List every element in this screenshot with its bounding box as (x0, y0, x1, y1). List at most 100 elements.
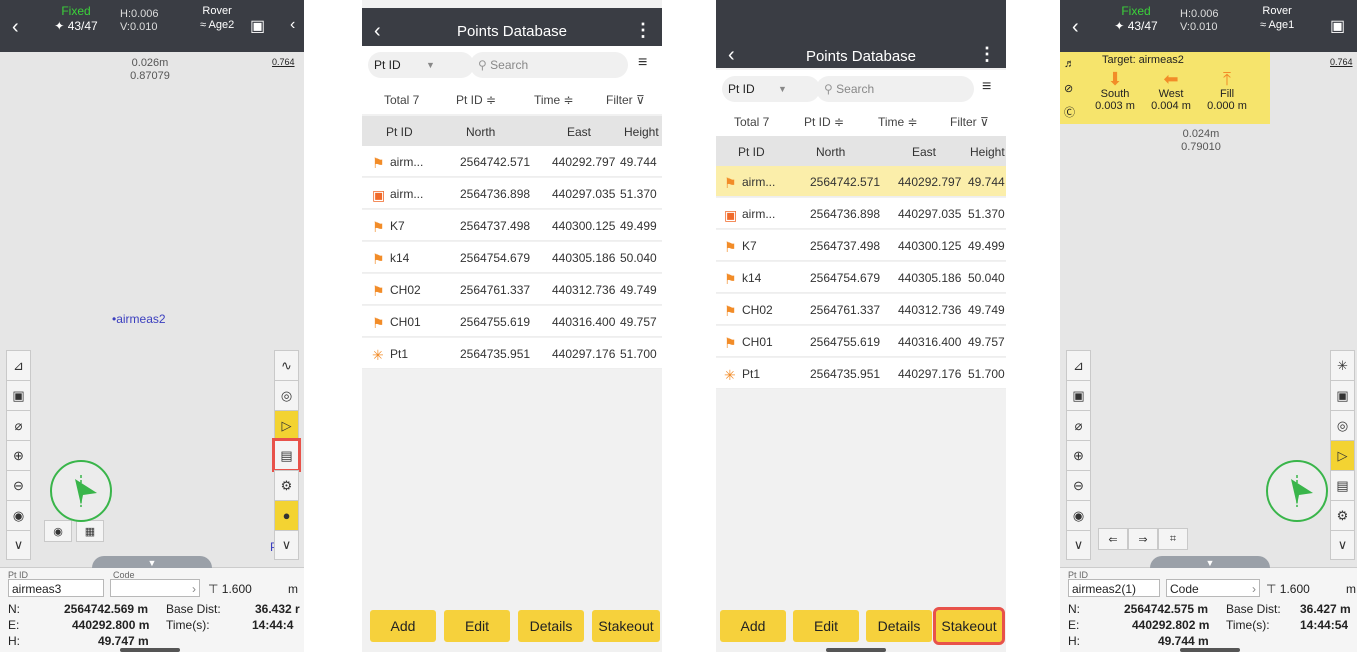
pt-id-input[interactable]: airmeas3 (8, 579, 104, 597)
sort-ptid[interactable]: Pt ID ≑ (804, 115, 844, 129)
back-button[interactable]: ‹ (12, 16, 19, 39)
gnss-status[interactable]: Fixed ✦ 43/47 (40, 4, 112, 33)
collapse-icon[interactable]: ‹ (290, 16, 295, 34)
zoom-in-icon[interactable]: ⊕ (1066, 440, 1091, 470)
globe-icon[interactable]: ◉ (6, 500, 31, 530)
search-input[interactable]: ⚲ Search (470, 52, 628, 78)
table-row[interactable]: ⚑ CH01 2564755.619 440316.400 49.757 (362, 306, 662, 337)
table-row[interactable]: ▣ airm... 2564736.898 440297.035 51.370 (362, 178, 662, 209)
table-row[interactable]: ⚑ airm... 2564742.571 440292.797 49.744 (362, 146, 662, 177)
cell-n: 2564761.337 (460, 283, 531, 297)
back-button[interactable]: ‹ (1072, 16, 1079, 39)
cell-h: 49.499 (968, 239, 1005, 253)
label-toggle-icon[interactable]: ◉ (44, 520, 72, 542)
previous-point-icon[interactable]: ⇐ (1098, 528, 1128, 550)
cell-h: 50.040 (620, 251, 657, 265)
add-button[interactable]: Add (720, 610, 786, 642)
stakeout-button[interactable]: Stakeout (933, 607, 1005, 645)
sort-time[interactable]: Time ≑ (534, 93, 574, 107)
wifi-icon: ≈ (1260, 19, 1267, 31)
table-row[interactable]: ⚑ K7 2564737.498 440300.125 49.499 (362, 210, 662, 241)
sheet-handle[interactable]: ▼ (92, 556, 212, 568)
points-database-icon[interactable]: ▤ (272, 438, 301, 472)
expand-icon[interactable]: ∨ (6, 530, 31, 560)
line-tool-icon[interactable]: ∿ (274, 350, 299, 380)
filter-button[interactable]: Filter ⊽ (950, 115, 989, 129)
measure-tool-icon[interactable]: ⊿ (6, 350, 31, 380)
table-row[interactable]: ✳ Pt1 2564735.951 440297.176 51.700 (362, 338, 662, 369)
table-row[interactable]: ⚑ k14 2564754.679 440305.186 50.040 (362, 242, 662, 273)
table-row[interactable]: ⚑ CH02 2564761.337 440312.736 49.749 (716, 294, 1006, 325)
table-row[interactable]: ⚑ CH02 2564761.337 440312.736 49.749 (362, 274, 662, 305)
stakeout-icon[interactable]: ▷ (1330, 440, 1355, 470)
mobile-icon[interactable]: ● (274, 500, 299, 530)
center-icon[interactable]: ⌀ (1066, 410, 1091, 440)
time-value: 14:44:54 (1300, 618, 1349, 632)
table-row[interactable]: ⚑ k14 2564754.679 440305.186 50.040 (716, 262, 1006, 293)
more-menu-icon[interactable]: ⋮ (978, 44, 996, 65)
location-icon[interactable]: ◎ (274, 380, 299, 410)
details-button[interactable]: Details (866, 610, 932, 642)
settings-icon[interactable]: ⚙ (1330, 500, 1355, 530)
table-row[interactable]: ⚑ airm... 2564742.571 440292.797 49.744 (716, 166, 1006, 197)
nearest-point-icon[interactable]: ⌗ (1158, 528, 1188, 550)
stakeout-settings-icon[interactable]: ✳ (1330, 350, 1355, 380)
fit-view-icon[interactable]: ▣ (1066, 380, 1091, 410)
cell-h: 49.757 (620, 315, 657, 329)
zoom-in-icon[interactable]: ⊕ (6, 440, 31, 470)
filter-button[interactable]: Filter ⊽ (606, 93, 645, 107)
sound-icon[interactable]: ♬ (1064, 58, 1075, 70)
search-input[interactable]: ⚲ Search (816, 76, 974, 102)
collapse-tools-icon[interactable]: ∨ (274, 530, 299, 560)
layers-icon[interactable]: ▦ (76, 520, 104, 542)
ar-icon[interactable]: ▣ (1330, 380, 1355, 410)
location-icon[interactable]: ◎ (1330, 410, 1355, 440)
rover-block[interactable]: Rover ≈ Age2 (200, 4, 234, 32)
collapse-tools-icon[interactable]: ∨ (1330, 530, 1355, 560)
add-button[interactable]: Add (370, 610, 436, 642)
table-row[interactable]: ▣ airm... 2564736.898 440297.035 51.370 (716, 198, 1006, 229)
pt-id-input[interactable]: airmeas2(1) (1068, 579, 1160, 597)
edit-button[interactable]: Edit (793, 610, 859, 642)
points-database-icon[interactable]: ▤ (1330, 470, 1355, 500)
zoom-out-icon[interactable]: ⊖ (1066, 470, 1091, 500)
device-icon[interactable]: ▣ (250, 16, 265, 36)
status-bar: ‹ Fixed ✦ 43/47 H:0.006 V:0.010 Rover ≈ … (0, 0, 304, 52)
stakeout-button[interactable]: Stakeout (592, 610, 660, 642)
stakeout-map-screen: ‹ Fixed ✦ 43/47 H:0.006 V:0.010 Rover ≈ … (1060, 0, 1357, 652)
filter-field-select[interactable]: Pt ID ▼ (722, 76, 820, 102)
fit-view-icon[interactable]: ▣ (6, 380, 31, 410)
edit-button[interactable]: Edit (444, 610, 510, 642)
sheet-handle[interactable]: ▼ (1150, 556, 1270, 568)
list-settings-icon[interactable]: ≡ (982, 78, 991, 96)
visibility-icon[interactable]: ⊘ (1064, 82, 1073, 95)
table-row[interactable]: ⚑ CH01 2564755.619 440316.400 49.757 (716, 326, 1006, 357)
code-input[interactable]: Code › (1166, 579, 1260, 597)
sort-time[interactable]: Time ≑ (878, 115, 918, 129)
settings-icon[interactable]: ⚙ (274, 470, 299, 500)
auto-icon[interactable]: Ⓒ (1064, 104, 1075, 120)
zoom-out-icon[interactable]: ⊖ (6, 470, 31, 500)
list-settings-icon[interactable]: ≡ (638, 54, 647, 72)
time-label: Time(s): (166, 618, 210, 632)
gnss-status[interactable]: Fixed ✦ 43/47 (1100, 4, 1172, 33)
expand-icon[interactable]: ∨ (1066, 530, 1091, 560)
code-input[interactable]: › (110, 579, 200, 597)
antenna-height[interactable]: 1.600 (222, 582, 252, 596)
stakeout-icon[interactable]: ▷ (274, 410, 299, 440)
filter-field-select[interactable]: Pt ID ▼ (368, 52, 474, 78)
sort-ptid[interactable]: Pt ID ≑ (456, 93, 496, 107)
table-row[interactable]: ✳ Pt1 2564735.951 440297.176 51.700 (716, 358, 1006, 389)
device-icon[interactable]: ▣ (1330, 16, 1345, 36)
center-icon[interactable]: ⌀ (6, 410, 31, 440)
antenna-height[interactable]: 1.600 (1280, 582, 1310, 596)
cell-e: 440316.400 (898, 335, 962, 349)
rover-block[interactable]: Rover ≈ Age1 (1260, 4, 1294, 32)
globe-icon[interactable]: ◉ (1066, 500, 1091, 530)
details-button[interactable]: Details (518, 610, 584, 642)
more-menu-icon[interactable]: ⋮ (634, 20, 652, 41)
n-value: 2564742.575 m (1124, 602, 1209, 616)
table-row[interactable]: ⚑ K7 2564737.498 440300.125 49.499 (716, 230, 1006, 261)
measure-tool-icon[interactable]: ⊿ (1066, 350, 1091, 380)
next-point-icon[interactable]: ⇒ (1128, 528, 1158, 550)
